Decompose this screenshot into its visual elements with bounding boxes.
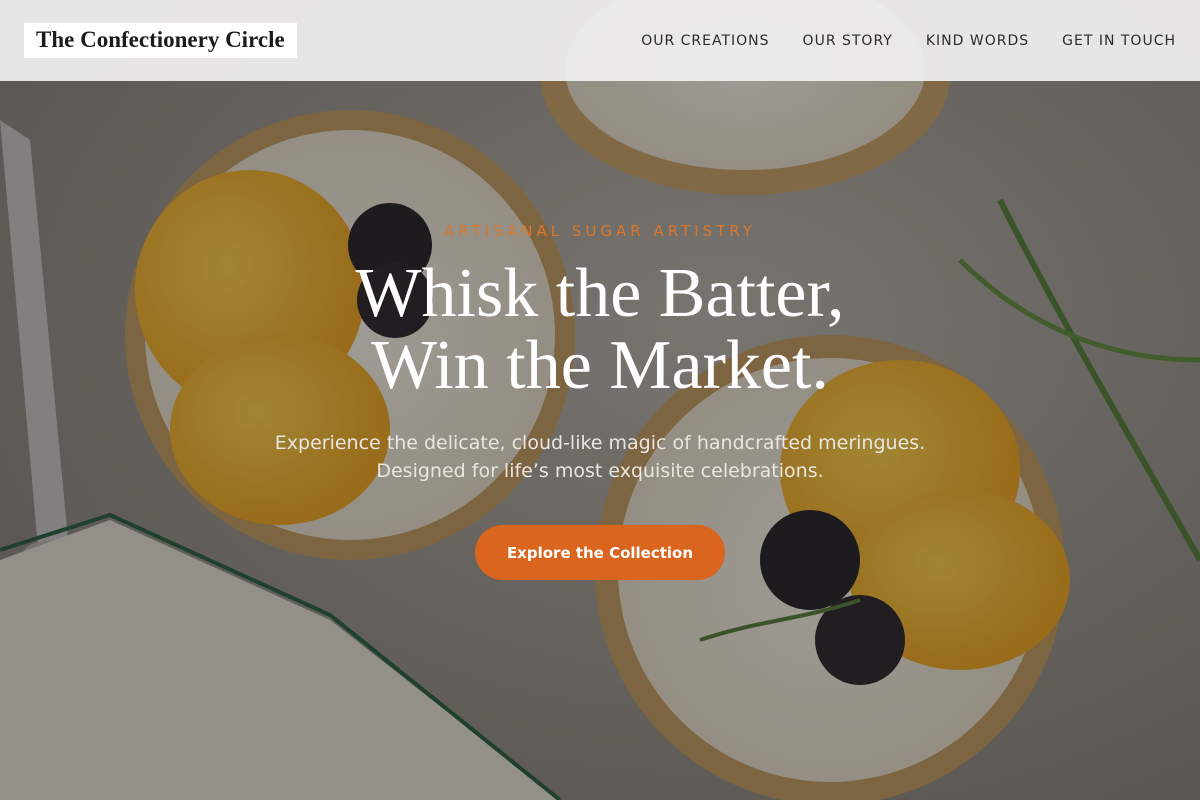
site-header: The Confectionery Circle OUR CREATIONS O… — [0, 0, 1200, 81]
hero-headline-line-1: Whisk the Batter, — [355, 255, 845, 332]
hero-subtitle: Experience the delicate, cloud-like magi… — [0, 429, 1200, 485]
nav-link-get-in-touch[interactable]: GET IN TOUCH — [1062, 33, 1176, 49]
nav-link-kind-words[interactable]: KIND WORDS — [926, 33, 1029, 49]
site-logo[interactable]: The Confectionery Circle — [24, 23, 297, 58]
hero-eyebrow: ARTISANAL SUGAR ARTISTRY — [444, 222, 756, 240]
nav-link-our-creations[interactable]: OUR CREATIONS — [641, 33, 769, 49]
hero-subtitle-line-2: Designed for life’s most exquisite celeb… — [376, 460, 824, 482]
hero-headline: Whisk the Batter, Win the Market. — [0, 258, 1200, 402]
hero-subtitle-line-1: Experience the delicate, cloud-like magi… — [274, 432, 926, 454]
explore-collection-button[interactable]: Explore the Collection — [475, 525, 725, 580]
nav-link-our-story[interactable]: OUR STORY — [803, 33, 893, 49]
hero-headline-line-2: Win the Market. — [371, 327, 829, 404]
main-nav: OUR CREATIONS OUR STORY KIND WORDS GET I… — [641, 33, 1176, 49]
